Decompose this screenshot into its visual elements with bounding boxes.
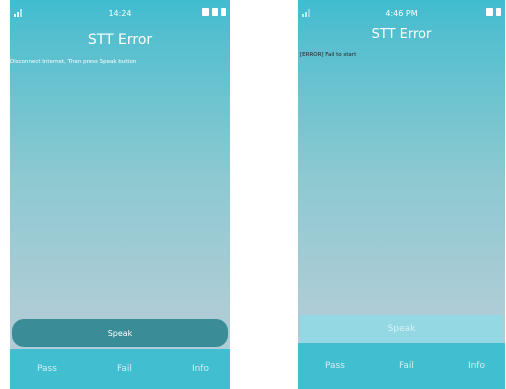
battery-icon bbox=[496, 8, 501, 16]
speak-button[interactable]: Speak bbox=[300, 315, 503, 343]
alarm-icon bbox=[212, 8, 218, 16]
instruction-text: Disconnect Internet, Then press Speak bu… bbox=[10, 59, 137, 65]
pass-button[interactable]: Pass bbox=[37, 364, 57, 374]
status-icons bbox=[202, 8, 226, 16]
phone-screen-left: 14:24 STT Error Disconnect Internet, The… bbox=[10, 0, 230, 389]
status-clock: 14:24 bbox=[108, 9, 132, 18]
phone-screen-right: 4:46 PM STT Error [ERROR] Fail to start … bbox=[298, 0, 505, 389]
pass-button[interactable]: Pass bbox=[325, 361, 345, 371]
info-button[interactable]: Info bbox=[192, 364, 209, 374]
page-title: STT Error bbox=[371, 27, 432, 42]
status-icons bbox=[486, 8, 501, 16]
battery-icon bbox=[221, 8, 226, 16]
page-title: STT Error bbox=[87, 32, 153, 48]
sim-icon bbox=[202, 8, 209, 16]
status-bar: 14:24 bbox=[10, 0, 230, 24]
error-text: [ERROR] Fail to start bbox=[300, 52, 357, 58]
bottom-bar: Pass Fail Info bbox=[298, 343, 505, 389]
fail-button[interactable]: Fail bbox=[399, 361, 414, 371]
speak-button[interactable]: Speak bbox=[12, 319, 228, 347]
sim-icon bbox=[486, 8, 493, 16]
fail-button[interactable]: Fail bbox=[117, 364, 132, 374]
status-clock: 4:46 PM bbox=[385, 9, 418, 18]
status-bar: 4:46 PM bbox=[298, 0, 505, 24]
info-button[interactable]: Info bbox=[468, 361, 485, 371]
bottom-bar: Pass Fail Info bbox=[10, 349, 230, 389]
